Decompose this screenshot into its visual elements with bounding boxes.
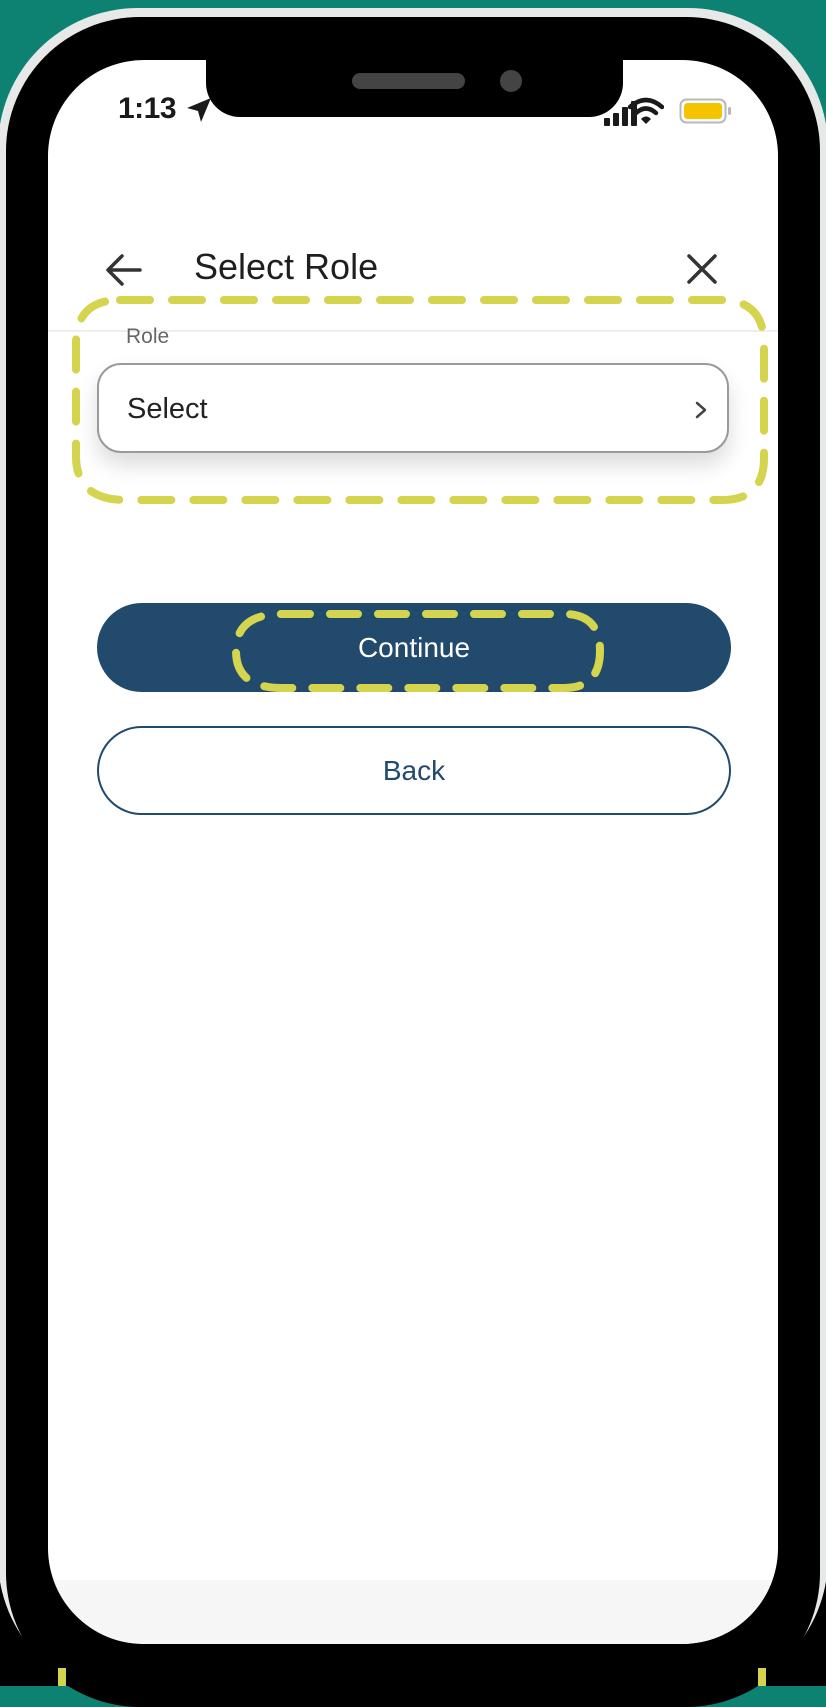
wifi-icon	[628, 97, 664, 124]
home-indicator-area	[48, 1580, 778, 1644]
role-select[interactable]: Select	[97, 363, 729, 453]
continue-button[interactable]: Continue	[97, 603, 731, 692]
phone-screen: 1:13 Select Role Role Select Continue Ba	[48, 60, 778, 1644]
phone-notch	[206, 17, 623, 117]
back-arrow-icon[interactable]	[104, 250, 144, 290]
status-time: 1:13	[118, 92, 177, 125]
close-icon[interactable]	[684, 251, 720, 287]
battery-icon	[679, 98, 731, 124]
notch-camera	[500, 70, 522, 92]
notch-speaker	[352, 73, 465, 89]
role-select-value: Select	[127, 393, 208, 425]
chevron-right-icon	[695, 401, 707, 419]
role-field-label: Role	[126, 325, 170, 348]
back-button[interactable]: Back	[97, 726, 731, 815]
page-title: Select Role	[194, 246, 379, 287]
app-header: Select Role	[48, 180, 778, 332]
